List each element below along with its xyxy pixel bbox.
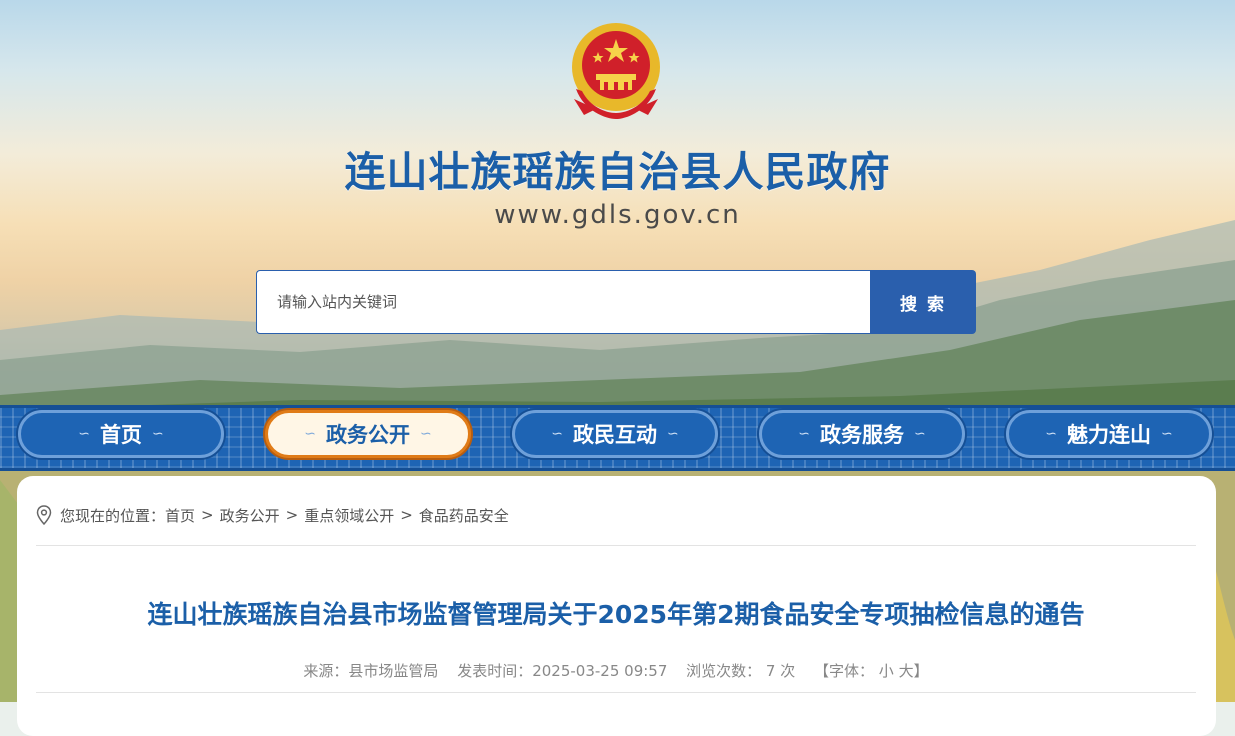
national-emblem-icon [572,23,660,119]
divider [36,692,1196,693]
breadcrumb-prefix: 您现在的位置： [60,506,166,525]
nav-item-government-services[interactable]: ∽ 政务服务 ∽ [759,410,965,458]
nav-item-label: 政民互动 [573,423,657,447]
wave-icon: ∽ [152,426,164,442]
breadcrumb-link-key-areas[interactable]: 重点领域公开 [304,505,394,526]
wave-icon: ∽ [914,426,926,442]
wave-icon: ∽ [667,426,679,442]
font-size-toggle[interactable]: 【字体： 小 大】 [814,662,929,680]
divider [36,545,1196,546]
nav-item-public-interaction[interactable]: ∽ 政民互动 ∽ [512,410,718,458]
article-publish-time: 发表时间：2025-03-25 09:57 [457,662,668,680]
nav-item-label: 政务服务 [820,423,904,447]
wave-icon: ∽ [420,426,432,442]
wave-icon: ∽ [798,426,810,442]
article-view-count: 浏览次数： 7 次 [686,662,796,680]
search-input[interactable] [256,270,870,334]
nav-item-charm-lianshan[interactable]: ∽ 魅力连山 ∽ [1006,410,1212,458]
location-pin-icon [36,505,52,525]
site-title: 连山壮族瑶族自治县人民政府 [344,148,891,196]
nav-item-government-affairs[interactable]: ∽ 政务公开 ∽ [265,410,471,458]
breadcrumb: 您现在的位置： 首页 > 政务公开 > 重点领域公开 > 食品药品安全 [36,502,1196,528]
wave-icon: ∽ [551,426,563,442]
nav-item-home[interactable]: ∽ 首页 ∽ [18,410,224,458]
nav-item-label: 魅力连山 [1067,423,1151,447]
nav-item-label: 首页 [100,423,142,447]
article-title: 连山壮族瑶族自治县市场监督管理局关于2025年第2期食品安全专项抽检信息的通告 [147,600,1085,629]
breadcrumb-separator: > [285,506,299,524]
wave-icon: ∽ [78,426,90,442]
wave-icon: ∽ [1045,426,1057,442]
breadcrumb-link-food-drug-safety[interactable]: 食品药品安全 [419,505,509,526]
breadcrumb-link-government-affairs[interactable]: 政务公开 [220,505,280,526]
wave-icon: ∽ [304,426,316,442]
wave-icon: ∽ [1161,426,1173,442]
search-button[interactable]: 搜 索 [870,270,976,334]
article-source: 来源：县市场监管局 [303,662,439,680]
breadcrumb-link-home[interactable]: 首页 [165,505,195,526]
breadcrumb-separator: > [201,506,214,524]
nav-item-label: 政务公开 [326,423,410,447]
article-meta: 来源：县市场监管局 发表时间：2025-03-25 09:57 浏览次数： 7 … [36,660,1196,681]
breadcrumb-separator: > [400,506,413,524]
site-url: www.gdls.gov.cn [494,200,741,230]
